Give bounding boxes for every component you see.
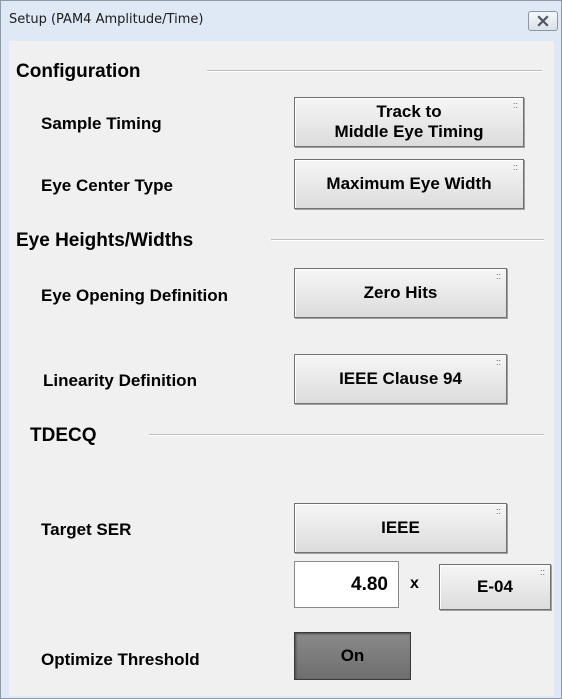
close-button[interactable] bbox=[528, 11, 558, 31]
sample-timing-value-line2: Middle Eye Timing bbox=[334, 122, 484, 141]
ser-mantissa-input[interactable]: 4.80 bbox=[294, 561, 399, 608]
ser-exponent-value: E-04 bbox=[477, 577, 513, 596]
optimize-threshold-toggle[interactable]: On bbox=[294, 632, 411, 680]
optimize-threshold-label: Optimize Threshold bbox=[41, 650, 200, 669]
eye-center-type-label: Eye Center Type bbox=[41, 176, 173, 195]
close-icon bbox=[537, 15, 549, 27]
button-corner-marker: :: bbox=[539, 567, 545, 577]
target-ser-label: Target SER bbox=[41, 520, 132, 539]
button-corner-marker: :: bbox=[512, 100, 518, 110]
ser-exponent-button[interactable]: :: E-04 bbox=[439, 564, 551, 610]
section-title-tdecq: TDECQ bbox=[30, 425, 97, 446]
linearity-definition-label: Linearity Definition bbox=[43, 371, 197, 390]
sample-timing-value-line1: Track to bbox=[376, 102, 442, 121]
eye-center-type-value: Maximum Eye Width bbox=[326, 174, 492, 193]
linearity-definition-value: IEEE Clause 94 bbox=[339, 369, 462, 388]
button-corner-marker: :: bbox=[495, 506, 501, 516]
eye-center-type-button[interactable]: :: Maximum Eye Width bbox=[294, 159, 524, 209]
section-divider bbox=[271, 239, 544, 241]
section-divider bbox=[207, 70, 542, 72]
section-title-configuration: Configuration bbox=[16, 61, 141, 82]
section-divider bbox=[149, 434, 544, 436]
eye-opening-definition-label: Eye Opening Definition bbox=[41, 286, 229, 305]
section-title-eye-heights-widths: Eye Heights/Widths bbox=[16, 230, 194, 251]
button-corner-marker: :: bbox=[512, 162, 518, 172]
button-corner-marker: :: bbox=[495, 271, 501, 281]
eye-opening-definition-button[interactable]: :: Zero Hits bbox=[294, 268, 507, 318]
target-ser-button[interactable]: :: IEEE bbox=[294, 503, 507, 553]
title-bar[interactable]: Setup (PAM4 Amplitude/Time) bbox=[1, 1, 561, 41]
sample-timing-button[interactable]: :: Track to Middle Eye Timing bbox=[294, 97, 524, 147]
button-corner-marker: :: bbox=[495, 357, 501, 367]
target-ser-value: IEEE bbox=[381, 518, 420, 537]
optimize-threshold-value: On bbox=[340, 646, 365, 665]
sample-timing-value: Track to Middle Eye Timing bbox=[335, 102, 484, 142]
dialog-body: Configuration Sample Timing :: Track to … bbox=[9, 41, 554, 696]
sample-timing-label: Sample Timing bbox=[41, 114, 162, 133]
setup-dialog: Setup (PAM4 Amplitude/Time) Configuratio… bbox=[0, 0, 562, 699]
eye-opening-definition-value: Zero Hits bbox=[363, 283, 438, 302]
window-title: Setup (PAM4 Amplitude/Time) bbox=[9, 12, 204, 27]
linearity-definition-button[interactable]: :: IEEE Clause 94 bbox=[294, 354, 507, 404]
times-label: x bbox=[410, 575, 419, 592]
